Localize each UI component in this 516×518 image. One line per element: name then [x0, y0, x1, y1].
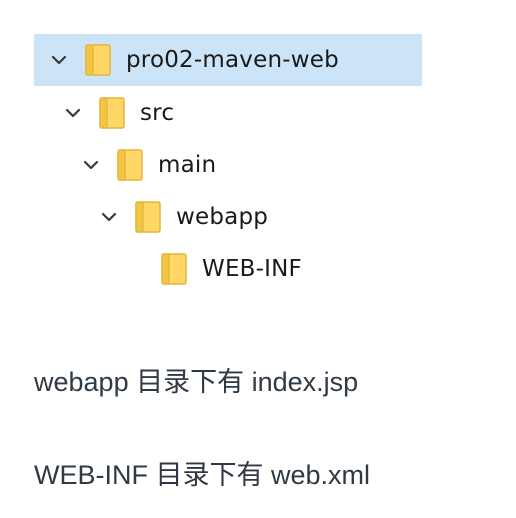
- folder-icon: [98, 96, 126, 130]
- tree-item-pro02-maven-web[interactable]: pro02-maven-web: [34, 34, 422, 86]
- tree-item-src[interactable]: src: [62, 87, 174, 139]
- folder-icon: [116, 148, 144, 182]
- folder-icon: [160, 252, 188, 286]
- tree-item-label: main: [158, 152, 217, 178]
- chevron-down-icon[interactable]: [62, 102, 84, 124]
- tree-item-web-inf[interactable]: WEB-INF: [124, 243, 302, 295]
- tree-item-label: src: [140, 100, 175, 126]
- folder-icon: [84, 43, 112, 77]
- chevron-down-icon[interactable]: [48, 49, 70, 71]
- note-web-inf-contents: WEB-INF 目录下有 web.xml: [34, 460, 371, 490]
- tree-item-webapp[interactable]: webapp: [98, 191, 268, 243]
- folder-icon: [134, 200, 162, 234]
- note-webapp-contents: webapp 目录下有 index.jsp: [34, 367, 359, 397]
- tree-item-label: webapp: [176, 204, 269, 230]
- tree-item-label: pro02-maven-web: [126, 47, 339, 73]
- tree-item-main[interactable]: main: [80, 139, 216, 191]
- chevron-down-icon[interactable]: [80, 154, 102, 176]
- tree-item-label: WEB-INF: [202, 256, 302, 282]
- chevron-down-icon[interactable]: [98, 206, 120, 228]
